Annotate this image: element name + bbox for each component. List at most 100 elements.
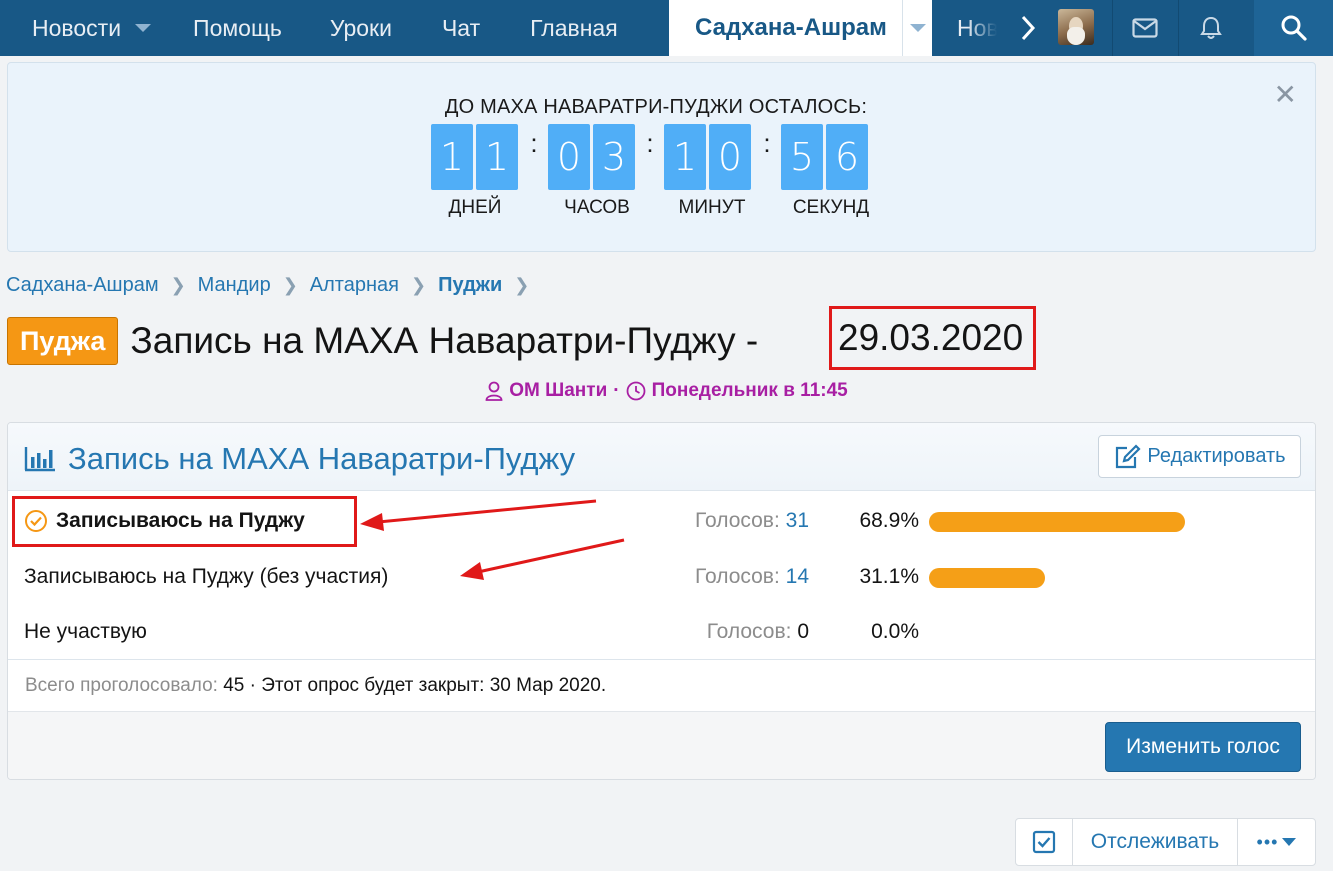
thread-prefix-badge[interactable]: Пуджа xyxy=(7,317,119,365)
alerts-button[interactable] xyxy=(1178,0,1242,56)
breadcrumb-item[interactable]: Мандир xyxy=(198,274,271,297)
nav-item-label: Садхана-Ашрам xyxy=(695,14,887,41)
poll-option-votes: Голосов: 14 xyxy=(695,565,809,589)
watch-label: Отслеживать xyxy=(1090,830,1220,853)
nav-item-label: Чат xyxy=(441,14,481,41)
countdown-digit: 0 xyxy=(709,124,751,190)
more-icon: ••• xyxy=(1256,831,1279,852)
nav-item-home[interactable]: Главная xyxy=(530,0,642,56)
countdown-label-hours: ЧАСОВ xyxy=(564,197,630,218)
votes-count: 0 xyxy=(797,620,809,643)
nav-item-lessons[interactable]: Уроки xyxy=(330,0,442,56)
poll-summary: Всего проголосовало: 45 · Этот опрос буд… xyxy=(25,675,606,697)
chevron-right-icon: ❯ xyxy=(514,275,530,295)
bar-chart-icon xyxy=(24,446,56,472)
thread-date[interactable]: Понедельник в 11:45 xyxy=(652,380,848,402)
chevron-right-icon xyxy=(1021,15,1036,41)
poll-summary-close: · Этот опрос будет закрыт: 30 Мар 2020. xyxy=(249,675,607,696)
watch-button[interactable]: Отслеживать xyxy=(1073,819,1238,865)
poll-summary-label: Всего проголосовало: xyxy=(25,675,218,696)
countdown-separator: : xyxy=(763,128,771,158)
inbox-button[interactable] xyxy=(1112,0,1176,56)
nav-item-label: Новости xyxy=(32,14,122,41)
nav-item-label: Помощь xyxy=(193,14,282,41)
edit-poll-button[interactable]: Редактировать xyxy=(1098,435,1301,478)
search-button[interactable] xyxy=(1254,0,1333,56)
thread-meta: ОМ Шанти · Понедельник в 11:45 xyxy=(0,380,1333,402)
countdown-digit: 6 xyxy=(826,124,868,190)
edit-poll-label: Редактировать xyxy=(1147,445,1286,467)
nav-scroll-right[interactable] xyxy=(1008,0,1048,56)
poll-title: Запись на МАХА Наваратри-Пуджу xyxy=(24,441,575,477)
close-icon[interactable]: ✕ xyxy=(1274,81,1297,109)
more-options-button[interactable]: ••• xyxy=(1238,819,1315,865)
nav-item-help[interactable]: Помощь xyxy=(173,0,330,56)
poll-title-text: Запись на МАХА Наваратри-Пуджу xyxy=(68,441,576,476)
countdown-separator: : xyxy=(530,128,538,158)
chevron-right-icon: ❯ xyxy=(282,275,298,295)
change-vote-button[interactable]: Изменить голос xyxy=(1105,722,1301,772)
poll-summary-total: 45 xyxy=(223,675,245,696)
countdown-notice: ДО МАХА НАВАРАТРИ-ПУДЖИ ОСТАЛОСЬ: ✕ 1 1 … xyxy=(7,62,1316,252)
meta-separator: · xyxy=(613,380,620,401)
chevron-down-icon xyxy=(1282,838,1297,846)
votes-label: Голосов: xyxy=(695,565,780,588)
poll-option-votes: Голосов: 0 xyxy=(707,620,809,644)
countdown-digit: 1 xyxy=(476,124,518,190)
breadcrumb-item[interactable]: Пуджи xyxy=(438,274,502,297)
poll-bar-fill xyxy=(929,568,1045,588)
nav-item-truncated[interactable]: Нов xyxy=(957,0,997,56)
poll-option: Не участвую Голосов: 0 0.0% xyxy=(8,606,1315,662)
countdown-digit: 1 xyxy=(431,124,473,190)
nav-item-label: Главная xyxy=(530,14,618,41)
clock-icon xyxy=(626,381,646,401)
mail-icon xyxy=(1131,18,1158,38)
checkbox-icon xyxy=(1032,830,1056,854)
poll-bar-fill xyxy=(929,512,1185,532)
thread-title-date-highlight: 29.03.2020 xyxy=(829,306,1037,370)
poll-block: Запись на МАХА Наваратри-Пуджу Редактиро… xyxy=(7,422,1316,780)
poll-bar-track xyxy=(929,568,1229,588)
chevron-right-icon: ❯ xyxy=(411,275,427,295)
countdown-digit: 1 xyxy=(664,124,706,190)
thread-actions: Отслеживать ••• xyxy=(1015,818,1316,866)
poll-action-bar: Изменить голос xyxy=(8,711,1315,779)
countdown-timer: 1 1 : 0 3 : 1 0 : 5 6 ДНЕЙ ЧАСОВ МИНУТ С… xyxy=(431,124,871,234)
countdown-digit: 5 xyxy=(781,124,823,190)
divider xyxy=(8,659,1315,660)
votes-count-link[interactable]: 31 xyxy=(786,509,809,532)
breadcrumb: Садхана-Ашрам ❯ Мандир ❯ Алтарная ❯ Пудж… xyxy=(6,274,541,297)
poll-option-text: Не участвую xyxy=(24,620,147,643)
countdown-digit: 3 xyxy=(593,124,635,190)
thread-author[interactable]: ОМ Шанти xyxy=(509,380,607,402)
chevron-down-icon xyxy=(909,24,926,32)
poll-option-percent: 0.0% xyxy=(871,620,919,643)
poll-bar-track xyxy=(929,512,1229,532)
nav-item-label: Уроки xyxy=(329,14,392,41)
votes-label: Голосов: xyxy=(695,509,780,532)
thread-title-row: Пуджа Запись на МАХА Наваратри-Пуджу - xyxy=(7,316,758,366)
countdown-label-days: ДНЕЙ xyxy=(448,197,502,218)
nav-item-chat[interactable]: Чат xyxy=(442,0,530,56)
poll-option-label: Не участвую xyxy=(24,620,147,644)
poll-option-percent: 68.9% xyxy=(859,509,919,532)
search-icon xyxy=(1281,15,1307,41)
avatar[interactable] xyxy=(1058,9,1094,45)
votes-count-link[interactable]: 14 xyxy=(786,565,809,588)
nav-dropdown-toggle[interactable] xyxy=(902,0,932,56)
breadcrumb-item[interactable]: Садхана-Ашрам xyxy=(6,274,159,297)
nav-item-sadhana-ashram[interactable]: Садхана-Ашрам xyxy=(669,0,932,56)
bell-icon xyxy=(1199,16,1222,39)
poll-option: Записываюсь на Пуджу (без участия) Голос… xyxy=(8,551,1315,607)
breadcrumb-item[interactable]: Алтарная xyxy=(310,274,399,297)
countdown-separator: : xyxy=(646,128,654,158)
poll-option-label: Записываюсь на Пуджу (без участия) xyxy=(24,565,388,589)
nav-item-news[interactable]: Новости xyxy=(0,0,173,56)
nav-item-label: Нов xyxy=(957,14,997,41)
poll-header: Запись на МАХА Наваратри-Пуджу Редактиро… xyxy=(8,423,1315,491)
chevron-right-icon: ❯ xyxy=(170,275,186,295)
bulk-select-button[interactable] xyxy=(1016,819,1073,865)
countdown-digit: 0 xyxy=(548,124,590,190)
countdown-label-seconds: СЕКУНД xyxy=(792,197,870,218)
chevron-down-icon[interactable] xyxy=(135,24,152,32)
